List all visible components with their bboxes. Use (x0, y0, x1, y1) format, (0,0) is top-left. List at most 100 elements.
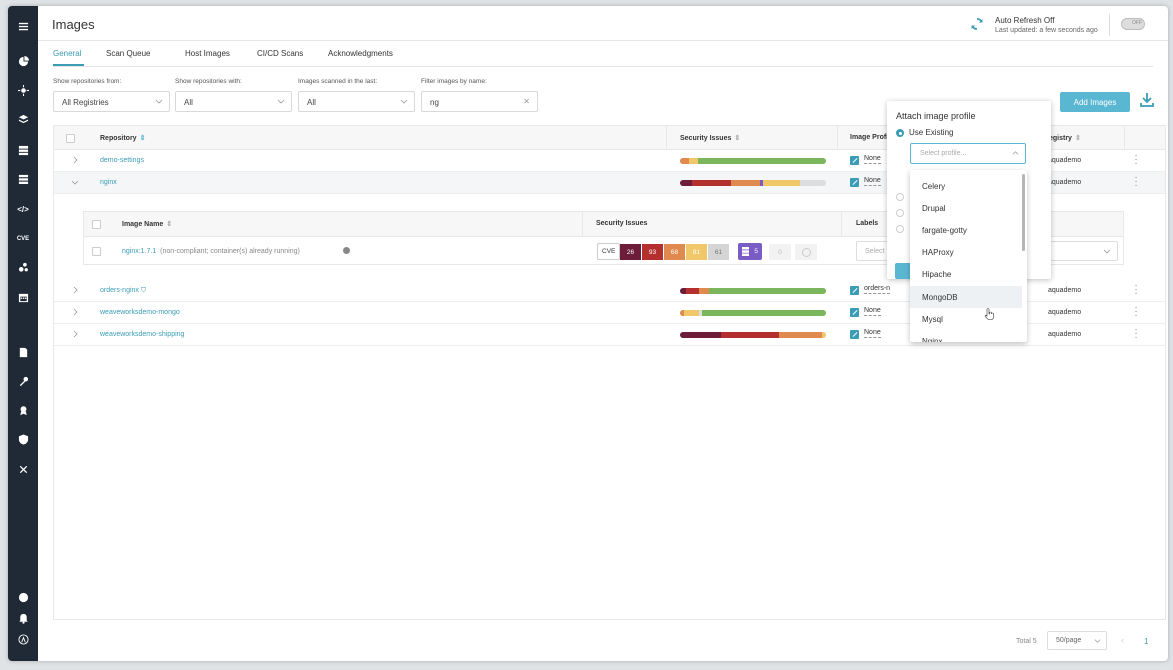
repository-link[interactable]: weaveworksdemo-mongo (100, 309, 180, 316)
repository-link[interactable]: orders-nginx ⛉ (100, 287, 146, 295)
dropdown-scrollbar[interactable] (1022, 174, 1025, 251)
dropdown-option[interactable]: Nginx (910, 330, 1022, 342)
settings-sun-icon[interactable] (16, 83, 30, 97)
current-page[interactable]: 1 (1144, 637, 1148, 646)
use-existing-label[interactable]: Use Existing (909, 128, 953, 137)
scanned-select[interactable]: All (298, 91, 415, 112)
dropdown-option[interactable]: Hipache (910, 263, 1022, 285)
clear-icon[interactable]: ✕ (523, 97, 530, 106)
chevron-down-icon[interactable] (71, 178, 79, 186)
workloads-icon[interactable] (16, 143, 30, 157)
calendar-icon[interactable] (16, 290, 30, 304)
header-registry[interactable]: egistry ⇕ (1049, 134, 1081, 142)
image-row-checkbox[interactable] (92, 247, 101, 256)
app-window: </> CVE Images Auto Refresh Off Last upd… (8, 6, 1168, 661)
more-actions-icon[interactable]: · · · (1134, 325, 1138, 343)
header-security[interactable]: Security Issues ⇕ (680, 134, 740, 142)
images-icon[interactable] (16, 112, 30, 126)
security-bar-segment (685, 288, 699, 294)
dropdown-option[interactable]: Drupal (910, 197, 1022, 219)
edit-icon[interactable] (850, 178, 859, 187)
edit-icon[interactable] (850, 308, 859, 317)
chevron-right-icon[interactable] (71, 330, 79, 338)
badge-icon[interactable] (16, 403, 30, 417)
scanned-value: All (307, 98, 316, 107)
dashboard-icon[interactable] (16, 54, 30, 68)
malware-badge[interactable]: 5 (738, 243, 762, 260)
security-bar-segment (779, 332, 822, 338)
infrastructure-icon[interactable] (16, 172, 30, 186)
download-icon[interactable] (1140, 92, 1154, 108)
tab-cicd-scans[interactable]: CI/CD Scans (257, 49, 303, 58)
select-all-checkbox[interactable] (66, 134, 75, 143)
refresh-icon[interactable] (970, 17, 984, 31)
sensitive-data-badge[interactable]: 0 (769, 244, 791, 260)
dropdown-option[interactable]: HAProxy (910, 241, 1022, 263)
labels-dropdown[interactable] (1044, 241, 1118, 261)
radio-option[interactable] (896, 209, 904, 217)
tab-scan-queue[interactable]: Scan Queue (106, 49, 150, 58)
profile-select[interactable]: Select profile... (910, 143, 1026, 164)
dropdown-option[interactable]: MongoDB (910, 286, 1022, 308)
severity-low: 81 (686, 244, 707, 260)
code-icon[interactable]: </> (16, 202, 30, 216)
name-filter-input[interactable]: ng ✕ (421, 91, 538, 112)
page-size-select[interactable]: 50/page (1047, 631, 1107, 650)
image-profile-value[interactable]: None (864, 329, 881, 338)
security-bar-segment (680, 180, 692, 186)
more-actions-icon[interactable]: · · · (1134, 281, 1138, 299)
image-name-link[interactable]: nginx:1.7.1 (non-compliant; container(s)… (122, 248, 300, 255)
more-actions-icon[interactable]: · · · (1134, 303, 1138, 321)
use-existing-radio[interactable] (896, 129, 904, 137)
registries-select[interactable]: All Registries (53, 91, 170, 112)
image-profile-value[interactable]: None (864, 155, 881, 164)
image-profile-value[interactable]: None (864, 307, 881, 316)
wrench-icon[interactable] (16, 462, 30, 476)
info-icon[interactable] (343, 247, 350, 254)
edit-icon[interactable] (850, 156, 859, 165)
dropdown-option[interactable]: fargate-gotty (910, 219, 1022, 241)
help-icon[interactable] (16, 590, 30, 604)
cve-icon[interactable]: CVE (16, 232, 30, 246)
header-repository[interactable]: Repository ⇕ (100, 134, 145, 142)
add-images-button[interactable]: Add Images (1060, 92, 1130, 112)
chevron-up-icon (1012, 151, 1019, 155)
edit-icon[interactable] (850, 330, 859, 339)
more-actions-icon[interactable]: · · · (1134, 173, 1138, 191)
repository-link[interactable]: demo-settings (100, 157, 144, 164)
select-all-images-checkbox[interactable] (92, 220, 101, 229)
security-bar (680, 158, 826, 164)
tab-acknowledgments[interactable]: Acknowledgments (328, 49, 393, 58)
page-size-value: 50/page (1056, 637, 1082, 644)
header-image-profile[interactable]: Image Profil (850, 134, 890, 141)
dropdown-option[interactable]: Mysql (910, 308, 1022, 330)
more-actions-icon[interactable]: · · · (1134, 151, 1138, 169)
radio-option[interactable] (896, 193, 904, 201)
dropdown-option[interactable]: Celery (910, 175, 1022, 197)
chevron-right-icon[interactable] (71, 308, 79, 316)
shield-icon[interactable] (16, 432, 30, 446)
menu-icon[interactable] (16, 19, 30, 33)
user-icon[interactable] (16, 632, 30, 646)
registry-value: aquademo (1048, 179, 1082, 186)
tab-host-images[interactable]: Host Images (185, 49, 230, 58)
image-profile-value[interactable]: None (864, 177, 881, 186)
chevron-right-icon[interactable] (71, 286, 79, 294)
tab-general[interactable]: General (53, 49, 81, 58)
bell-icon[interactable] (16, 611, 30, 625)
registry-value: aquademo (1048, 157, 1082, 164)
image-profile-value[interactable]: orders-n (864, 285, 891, 294)
tools-icon[interactable] (16, 374, 30, 388)
audit-icon[interactable] (16, 345, 30, 359)
prev-page-icon[interactable]: ‹ (1121, 635, 1124, 645)
radio-option[interactable] (896, 225, 904, 233)
repos-with-select[interactable]: All (175, 91, 292, 112)
chevron-down-icon (1103, 249, 1111, 254)
chevron-right-icon[interactable] (71, 156, 79, 164)
repository-link[interactable]: nginx (100, 179, 117, 186)
auto-refresh-toggle[interactable]: OFF (1121, 18, 1145, 30)
header-image-name[interactable]: Image Name ⇕ (122, 220, 172, 228)
repository-link[interactable]: weaveworksdemo-shipping (100, 331, 184, 338)
edit-icon[interactable] (850, 286, 859, 295)
services-icon[interactable] (16, 260, 30, 274)
